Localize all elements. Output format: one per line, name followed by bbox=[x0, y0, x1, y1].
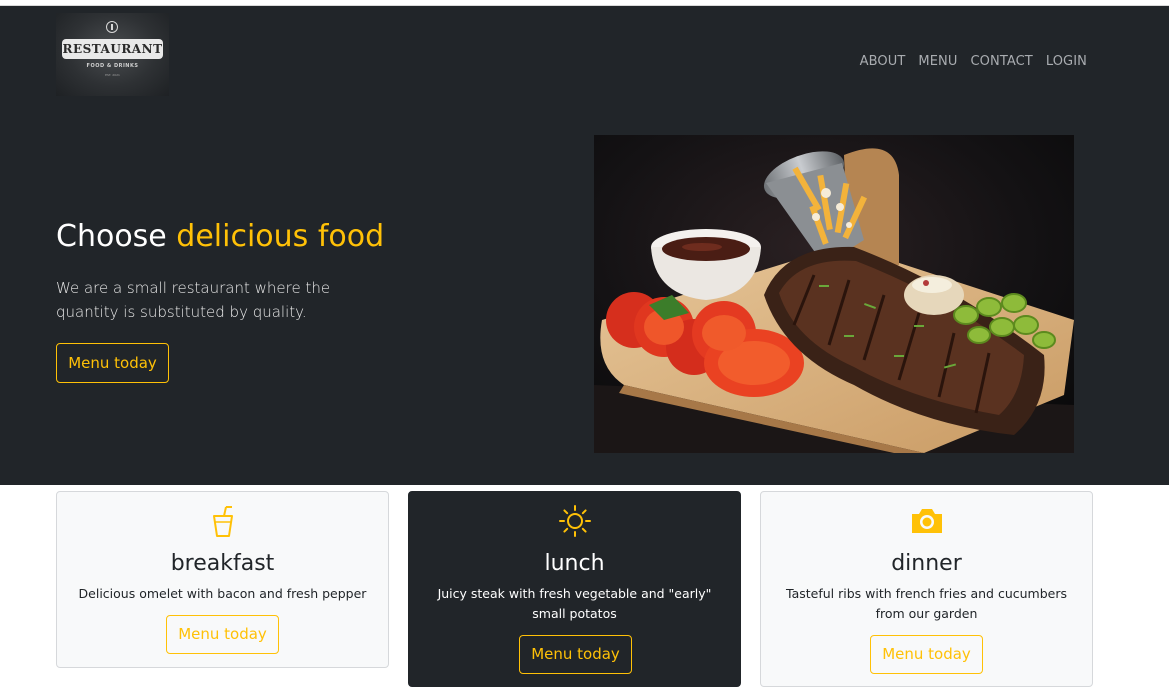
card-lunch: lunch Juicy steak with fresh vegetable a… bbox=[408, 491, 741, 687]
nav-menu[interactable]: MENU bbox=[918, 54, 957, 69]
restaurant-logo[interactable]: RESTAURANT FOOD & DRINKS EST. 2021 bbox=[56, 13, 169, 96]
card-breakfast-icon-wrap bbox=[57, 504, 388, 538]
card-lunch-description: Juicy steak with fresh vegetable and "ea… bbox=[437, 586, 712, 621]
hero-title-accent: delicious food bbox=[176, 219, 385, 254]
hero-section: RESTAURANT FOOD & DRINKS EST. 2021 ABOUT… bbox=[0, 6, 1169, 485]
camera-icon bbox=[911, 509, 942, 533]
logo-tagline: FOOD & DRINKS bbox=[86, 63, 139, 69]
nav-about[interactable]: ABOUT bbox=[860, 54, 906, 69]
hero-food-image bbox=[594, 135, 1074, 453]
card-dinner-description: Tasteful ribs with french fries and cucu… bbox=[786, 586, 1067, 621]
card-lunch-title: lunch bbox=[544, 551, 605, 576]
hero-title-prefix: Choose bbox=[56, 219, 177, 254]
card-dinner-icon-wrap bbox=[761, 504, 1092, 538]
card-breakfast-title: breakfast bbox=[170, 551, 275, 576]
card-lunch-icon-wrap bbox=[409, 504, 740, 538]
sun-icon bbox=[558, 505, 591, 537]
hero-description: We are a small restaurant where the quan… bbox=[56, 279, 331, 321]
logo-microphone-icon bbox=[106, 21, 118, 33]
card-dinner-title: dinner bbox=[891, 551, 962, 576]
card-breakfast: breakfast Delicious omelet with bacon an… bbox=[56, 491, 389, 668]
hero-menu-today-button[interactable]: Menu today bbox=[56, 343, 169, 383]
nav-contact[interactable]: CONTACT bbox=[970, 54, 1032, 69]
main-nav: ABOUT MENU CONTACT LOGIN bbox=[860, 54, 1087, 69]
card-breakfast-description: Delicious omelet with bacon and fresh pe… bbox=[78, 586, 367, 601]
card-dinner-menu-button[interactable]: Menu today bbox=[870, 635, 983, 674]
hero-title: Choose delicious food bbox=[56, 219, 384, 254]
card-dinner: dinner Tasteful ribs with french fries a… bbox=[760, 491, 1093, 687]
logo-est: EST. 2021 bbox=[105, 73, 120, 77]
food-illustration bbox=[594, 135, 1074, 453]
nav-login[interactable]: LOGIN bbox=[1046, 54, 1087, 69]
card-breakfast-menu-button[interactable]: Menu today bbox=[166, 615, 279, 654]
logo-brand-text: RESTAURANT bbox=[62, 39, 163, 59]
card-lunch-menu-button[interactable]: Menu today bbox=[519, 635, 632, 674]
cup-straw-icon bbox=[212, 506, 233, 537]
